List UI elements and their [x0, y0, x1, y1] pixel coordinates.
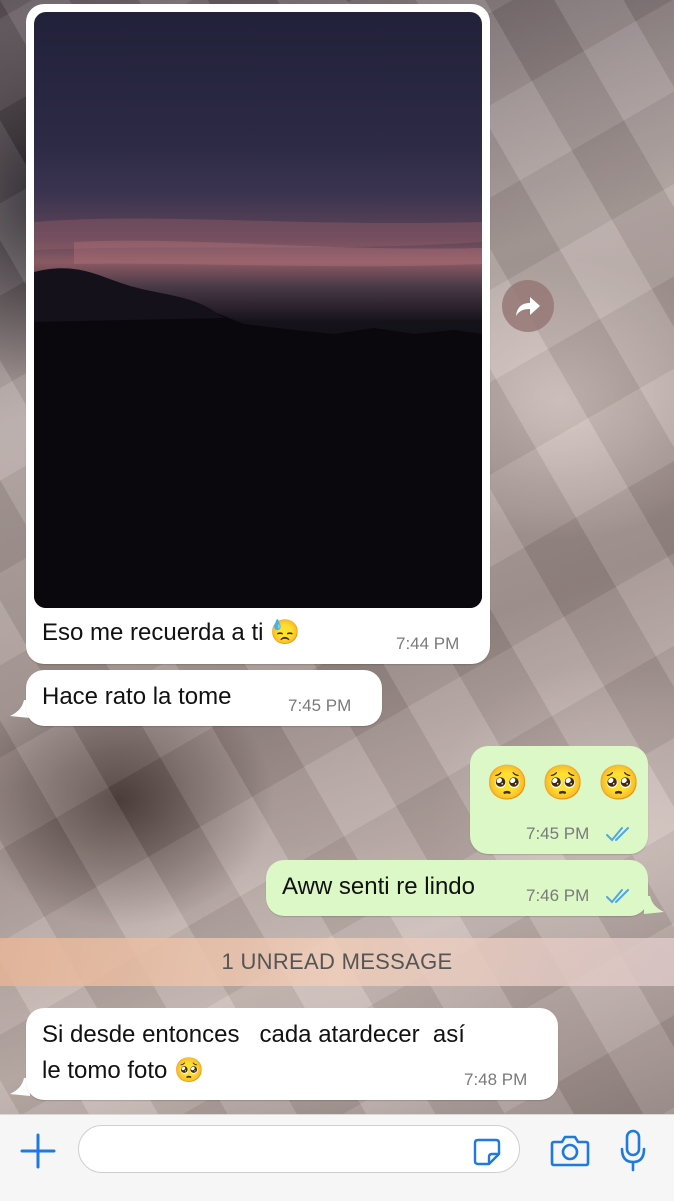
microphone-icon[interactable] [620, 1129, 646, 1173]
message-time: 7:48 PM [464, 1070, 528, 1089]
photo-silhouette [34, 218, 482, 608]
message-text: 🥺 🥺 🥺 [486, 764, 642, 802]
message-bubble-outgoing[interactable]: 🥺 🥺 🥺 7:45 PM [470, 746, 648, 854]
message-time: 7:44 PM [396, 634, 460, 653]
message-time: 7:45 PM [288, 696, 352, 715]
composer-bar [0, 1114, 674, 1201]
message-bubble[interactable]: Hace rato la tome 7:45 PM [26, 670, 382, 726]
message-text: Eso me recuerda a ti 😓 [42, 619, 300, 646]
unread-divider: 1 UNREAD MESSAGE [0, 938, 674, 986]
message-text: Aww senti re lindo [282, 873, 475, 900]
forward-button[interactable] [502, 280, 554, 332]
message-bubble-outgoing[interactable]: Aww senti re lindo 7:46 PM [266, 860, 648, 916]
message-input[interactable] [78, 1125, 520, 1173]
message-time: 7:45 PM [526, 824, 590, 843]
sticker-icon[interactable] [472, 1137, 502, 1167]
message-photo-bubble[interactable]: Eso me recuerda a ti 😓 7:44 PM [26, 4, 490, 664]
unread-label: 1 UNREAD MESSAGE [221, 949, 453, 974]
message-text: Si desde entonces cada atardecer así [42, 1021, 465, 1048]
message-time: 7:46 PM [526, 886, 590, 905]
message-text: Hace rato la tome [42, 683, 232, 710]
message-bubble[interactable]: Si desde entonces cada atardecer así le … [26, 1008, 558, 1100]
plus-icon[interactable] [18, 1131, 58, 1171]
camera-icon[interactable] [550, 1133, 590, 1167]
bubble-tail [644, 896, 664, 914]
forward-icon [516, 297, 540, 316]
double-check-icon [606, 827, 629, 842]
sunset-photo[interactable] [34, 12, 482, 608]
double-check-icon [606, 889, 629, 904]
message-text: le tomo foto 🥺 [42, 1057, 204, 1084]
